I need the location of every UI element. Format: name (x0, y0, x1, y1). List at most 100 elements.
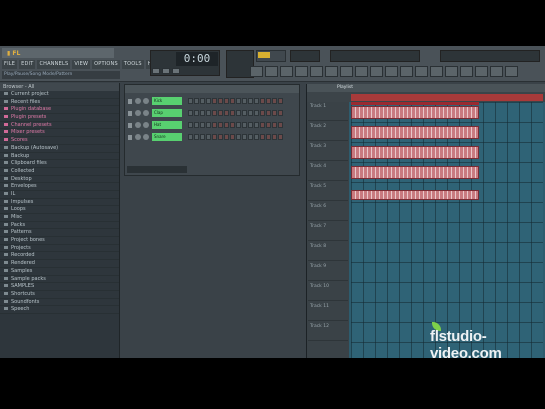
browser-item[interactable]: Backup (Autosave) (0, 145, 119, 153)
pattern-clip[interactable] (351, 106, 479, 119)
browser-item[interactable]: Impulses (0, 199, 119, 207)
toolbar-tool-button[interactable] (340, 66, 353, 77)
menu-channels[interactable]: CHANNELS (37, 60, 71, 69)
step-button[interactable] (278, 122, 283, 128)
step-button[interactable] (218, 98, 223, 104)
pattern-clip[interactable] (351, 166, 479, 179)
tempo-display[interactable] (290, 50, 320, 62)
toolbar-tool-button[interactable] (400, 66, 413, 77)
step-button[interactable] (260, 122, 265, 128)
browser-item[interactable]: IL (0, 191, 119, 199)
browser-item[interactable]: Envelopes (0, 183, 119, 191)
browser-item[interactable]: Mixer presets (0, 129, 119, 138)
step-button[interactable] (254, 122, 259, 128)
browser-item[interactable]: Plugin presets (0, 114, 119, 122)
step-button[interactable] (236, 98, 241, 104)
step-button[interactable] (200, 110, 205, 116)
step-button[interactable] (194, 98, 199, 104)
playlist-grid[interactable] (351, 102, 543, 358)
toolbar-tool-button[interactable] (475, 66, 488, 77)
browser-item[interactable]: Plugin database (0, 106, 119, 115)
channel-knob[interactable] (135, 122, 141, 128)
step-button[interactable] (278, 98, 283, 104)
step-button[interactable] (194, 110, 199, 116)
toolbar-tool-button[interactable] (265, 66, 278, 77)
track-label[interactable]: Track 12 (308, 322, 348, 341)
step-button[interactable] (242, 98, 247, 104)
step-button[interactable] (188, 110, 193, 116)
toolbar-tool-button[interactable] (310, 66, 323, 77)
track-label[interactable]: Track 11 (308, 302, 348, 321)
track-label[interactable]: Track 1 (308, 102, 348, 121)
menu-tools[interactable]: TOOLS (121, 60, 144, 69)
toolbar-tool-button[interactable] (355, 66, 368, 77)
step-button[interactable] (254, 98, 259, 104)
menu-view[interactable]: VIEW (72, 60, 91, 69)
step-button[interactable] (236, 134, 241, 140)
channel-knob[interactable] (143, 122, 149, 128)
browser-item[interactable]: Clipboard files (0, 160, 119, 168)
step-button[interactable] (242, 110, 247, 116)
step-button[interactable] (224, 134, 229, 140)
channel-name-button[interactable]: Hat (152, 121, 182, 129)
channel-mute-led[interactable] (128, 99, 132, 104)
channel-knob[interactable] (143, 98, 149, 104)
browser-item[interactable]: Shortcuts (0, 291, 119, 299)
browser-item[interactable]: Current project (0, 91, 119, 99)
step-button[interactable] (212, 134, 217, 140)
step-button[interactable] (206, 122, 211, 128)
play-button[interactable] (152, 68, 160, 74)
step-button[interactable] (236, 122, 241, 128)
toolbar-tool-button[interactable] (295, 66, 308, 77)
step-button[interactable] (272, 122, 277, 128)
channel-knob[interactable] (143, 110, 149, 116)
step-button[interactable] (230, 134, 235, 140)
channel-name-button[interactable]: Kick (152, 97, 182, 105)
record-button[interactable] (172, 68, 180, 74)
step-button[interactable] (266, 98, 271, 104)
step-button[interactable] (212, 98, 217, 104)
step-button[interactable] (206, 134, 211, 140)
step-button[interactable] (188, 134, 193, 140)
toolbar-tool-button[interactable] (445, 66, 458, 77)
track-label[interactable]: Track 7 (308, 222, 348, 241)
toolbar-tool-button[interactable] (385, 66, 398, 77)
step-button[interactable] (200, 134, 205, 140)
toolbar-tool-button[interactable] (460, 66, 473, 77)
track-label[interactable]: Track 2 (308, 122, 348, 141)
step-button[interactable] (206, 110, 211, 116)
toolbar-tool-button[interactable] (280, 66, 293, 77)
pattern-clip[interactable] (351, 126, 479, 139)
browser-item[interactable]: Scores (0, 137, 119, 145)
track-label[interactable]: Track 3 (308, 142, 348, 161)
step-button[interactable] (200, 122, 205, 128)
step-button[interactable] (260, 134, 265, 140)
step-button[interactable] (212, 122, 217, 128)
menu-file[interactable]: FILE (2, 60, 18, 69)
browser-item[interactable]: Loops (0, 206, 119, 214)
toolbar-tool-button[interactable] (505, 66, 518, 77)
browser-item[interactable]: Desktop (0, 176, 119, 184)
channel-knob[interactable] (143, 134, 149, 140)
step-button[interactable] (200, 98, 205, 104)
step-button[interactable] (248, 134, 253, 140)
step-button[interactable] (206, 98, 211, 104)
step-button[interactable] (260, 98, 265, 104)
menu-options[interactable]: OPTIONS (92, 60, 120, 69)
browser-item[interactable]: Soundfonts (0, 299, 119, 307)
pattern-clip[interactable] (351, 190, 479, 200)
step-button[interactable] (218, 110, 223, 116)
step-button[interactable] (218, 122, 223, 128)
toolbar-tool-button[interactable] (370, 66, 383, 77)
browser-item[interactable]: Recent files (0, 99, 119, 107)
channel-name-button[interactable]: Clap (152, 109, 182, 117)
channel-mute-led[interactable] (128, 111, 132, 116)
step-button[interactable] (242, 134, 247, 140)
toolbar-tool-button[interactable] (250, 66, 263, 77)
step-button[interactable] (278, 134, 283, 140)
browser-item[interactable]: Misc (0, 214, 119, 222)
step-button[interactable] (254, 134, 259, 140)
channel-mute-led[interactable] (128, 135, 132, 140)
toolbar-tool-button[interactable] (325, 66, 338, 77)
menu-edit[interactable]: EDIT (19, 60, 36, 69)
